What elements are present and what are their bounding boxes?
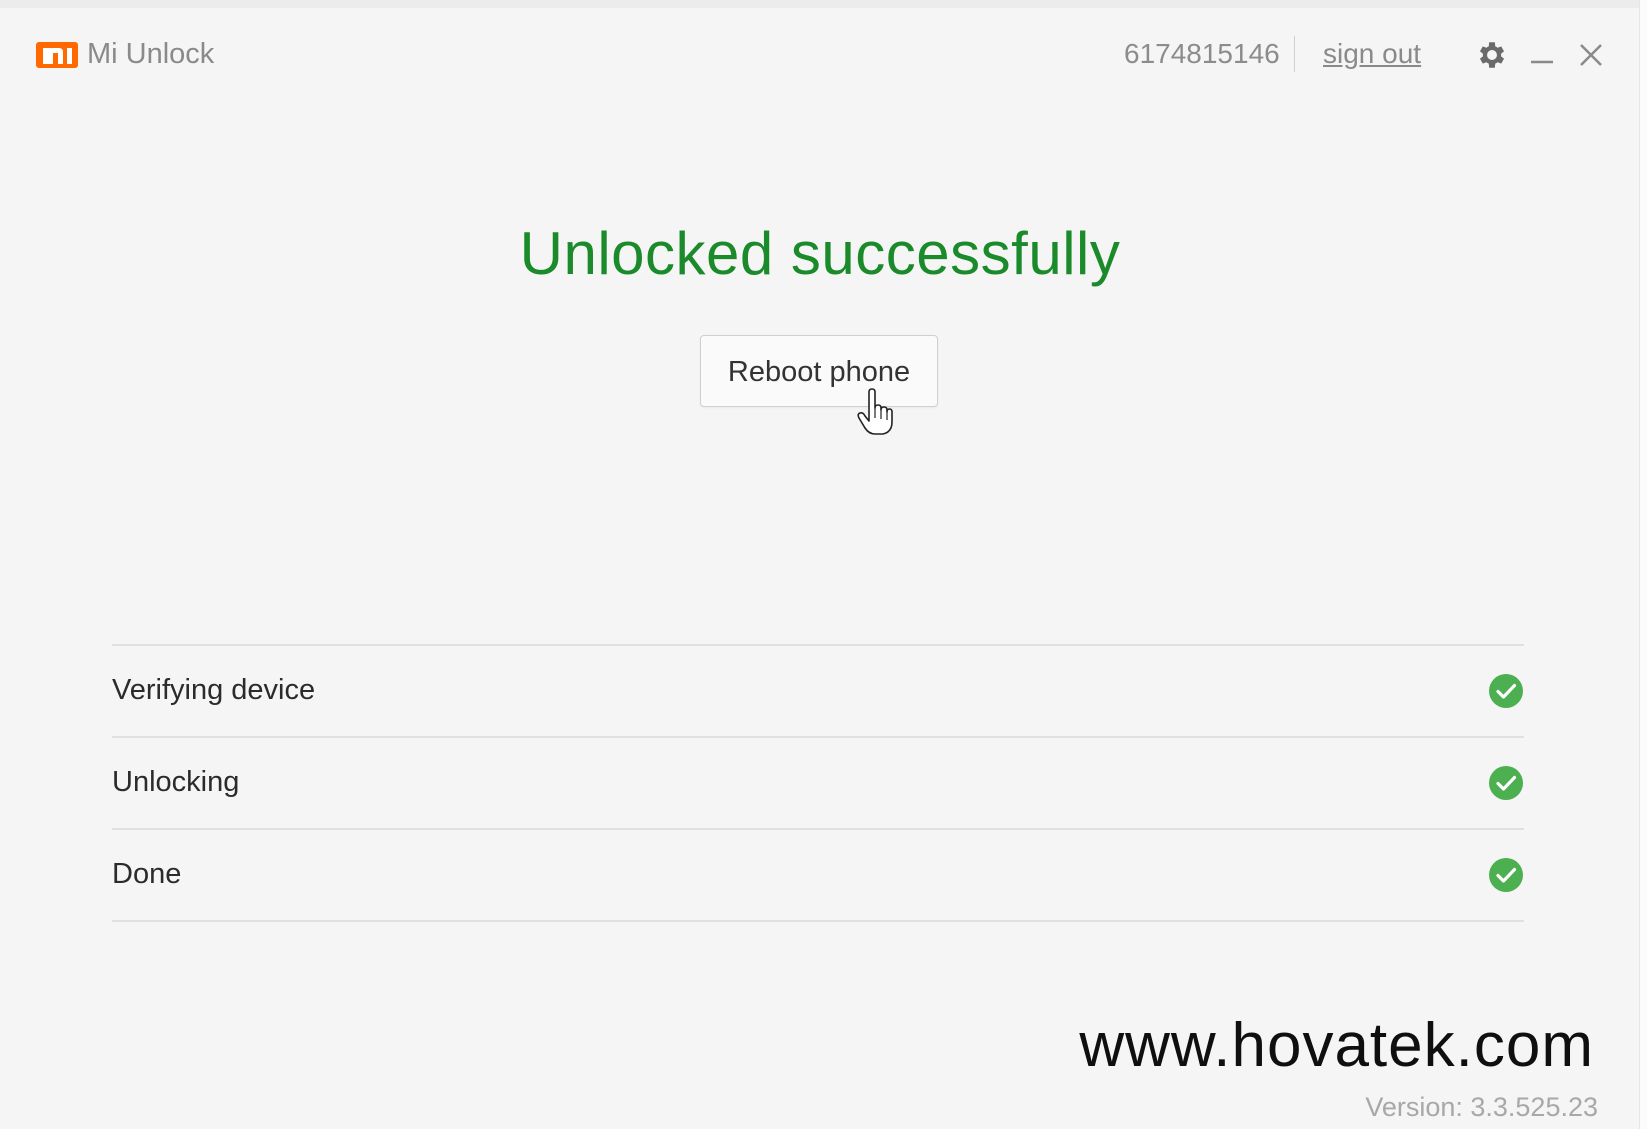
minimize-button[interactable] [1525,38,1559,72]
watermark-text: www.hovatek.com [1079,1011,1594,1080]
app-title: Mi Unlock [87,38,215,70]
sign-out-link[interactable]: sign out [1323,36,1421,72]
step-verifying-device: Verifying device [112,646,1524,738]
step-done: Done [112,830,1524,922]
reboot-phone-button[interactable]: Reboot phone [700,335,938,407]
minimize-icon [1531,60,1553,64]
window-edge [1639,0,1647,1129]
version-label: Version: 3.3.525.23 [1365,1092,1598,1122]
close-icon [1580,44,1602,66]
close-button[interactable] [1574,38,1608,72]
hand-cursor-icon [857,388,893,435]
mi-logo-icon [36,42,78,68]
check-circle-icon [1489,766,1523,800]
unlock-steps-list: Verifying device Unlocking Done [112,644,1524,922]
title-bar: Mi Unlock 6174815146 sign out [0,8,1640,92]
step-label: Unlocking [112,766,240,798]
mi-unlock-window: Mi Unlock 6174815146 sign out Unlocked s… [0,8,1640,1129]
check-circle-icon [1489,858,1523,892]
check-circle-icon [1489,674,1523,708]
account-id: 6174815146 [1124,36,1295,72]
unlock-status-title: Unlocked successfully [519,220,1121,287]
step-unlocking: Unlocking [112,738,1524,830]
gear-icon [1479,42,1505,68]
step-label: Done [112,858,182,890]
settings-button[interactable] [1475,38,1509,72]
step-label: Verifying device [112,674,316,706]
